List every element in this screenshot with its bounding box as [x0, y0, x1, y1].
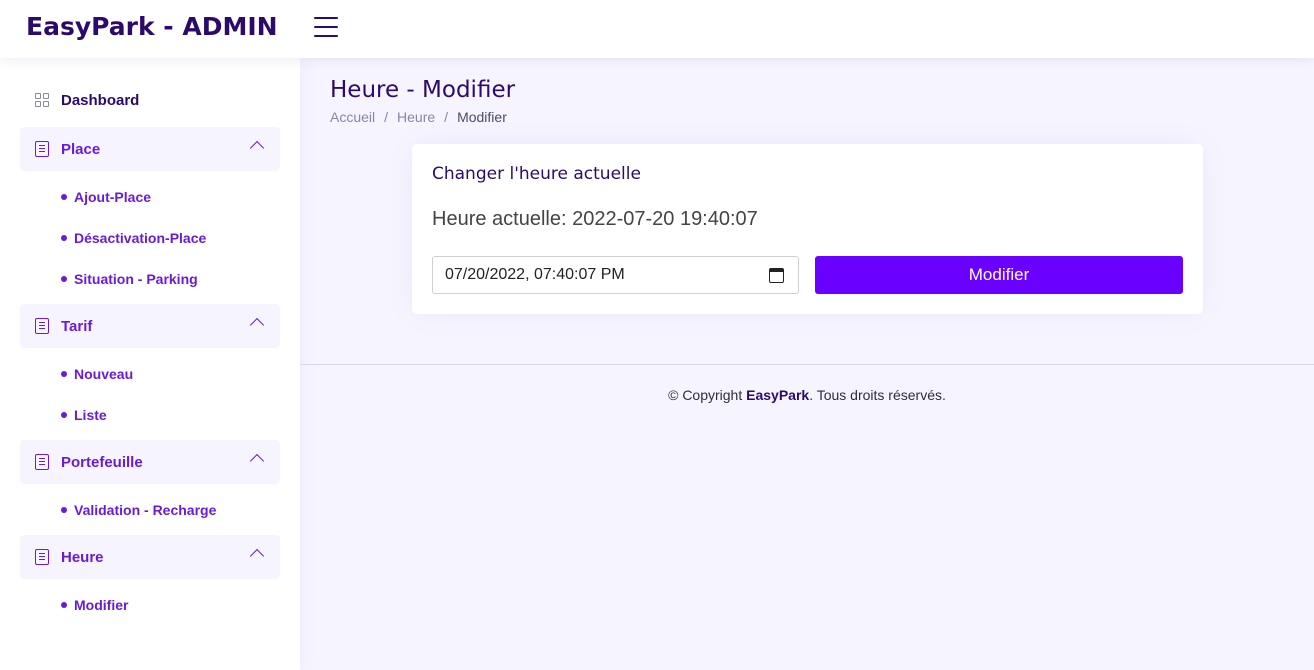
sidebar-group-label: Place	[61, 140, 101, 158]
document-list-icon	[35, 141, 49, 157]
sidebar-group-place[interactable]: Place	[20, 127, 280, 171]
sidebar-group-tarif[interactable]: Tarif	[20, 304, 280, 348]
bullet-icon	[61, 276, 67, 282]
sidebar-item-modifier[interactable]: Modifier	[61, 595, 128, 615]
sidebar-item-label: Ajout-Place	[74, 189, 152, 205]
sidebar-item-label: Modifier	[74, 597, 129, 613]
sidebar-item-liste[interactable]: Liste	[61, 405, 107, 425]
sidebar: Dashboard Place Ajout-Place Désactivatio…	[0, 58, 300, 670]
footer: © Copyright EasyPark. Tous droits réserv…	[300, 387, 1314, 403]
change-time-card: Changer l'heure actuelle Heure actuelle:…	[412, 144, 1203, 314]
sidebar-item-label: Désactivation-Place	[74, 230, 207, 246]
datetime-input[interactable]: 07/20/2022, 07:40:07 PM	[432, 256, 799, 294]
calendar-icon[interactable]	[769, 268, 784, 283]
bullet-icon	[61, 412, 67, 418]
sidebar-item-label: Nouveau	[74, 366, 134, 382]
bullet-icon	[61, 507, 67, 513]
card-title: Changer l'heure actuelle	[432, 164, 641, 184]
footer-copyright-prefix: © Copyright	[668, 387, 747, 403]
bullet-icon	[61, 602, 67, 608]
top-header: EasyPark - ADMIN	[0, 0, 1314, 58]
sidebar-item-nouveau[interactable]: Nouveau	[61, 364, 133, 384]
sidebar-item-dashboard[interactable]: Dashboard	[20, 85, 280, 115]
sidebar-item-validation-recharge[interactable]: Validation - Recharge	[61, 500, 216, 520]
chevron-up-icon	[249, 317, 265, 333]
sidebar-item-label: Liste	[74, 407, 107, 423]
sidebar-item-desactivation-place[interactable]: Désactivation-Place	[61, 228, 206, 248]
sidebar-group-heure[interactable]: Heure	[20, 535, 280, 579]
chevron-up-icon	[249, 548, 265, 564]
sidebar-item-ajout-place[interactable]: Ajout-Place	[61, 187, 151, 207]
modifier-button[interactable]: Modifier	[815, 256, 1183, 294]
breadcrumb-separator: /	[444, 109, 449, 125]
document-list-icon	[35, 454, 49, 470]
grid-icon	[35, 93, 49, 107]
footer-copyright-suffix: . Tous droits réservés.	[809, 387, 946, 403]
datetime-input-value: 07/20/2022, 07:40:07 PM	[445, 266, 625, 283]
breadcrumb-heure[interactable]: Heure	[397, 109, 435, 125]
sidebar-group-label: Tarif	[61, 317, 93, 335]
sidebar-group-label: Portefeuille	[61, 453, 143, 471]
bullet-icon	[61, 371, 67, 377]
footer-divider	[300, 364, 1314, 365]
sidebar-item-label: Dashboard	[61, 91, 140, 109]
breadcrumb-current: Modifier	[457, 109, 507, 125]
breadcrumb-accueil[interactable]: Accueil	[330, 109, 375, 125]
document-list-icon	[35, 318, 49, 334]
sidebar-group-label: Heure	[61, 548, 104, 566]
current-time-display: Heure actuelle: 2022-07-20 19:40:07	[432, 208, 758, 230]
hamburger-menu-icon[interactable]	[314, 17, 338, 39]
bullet-icon	[61, 194, 67, 200]
sidebar-group-portefeuille[interactable]: Portefeuille	[20, 440, 280, 484]
chevron-up-icon	[249, 140, 265, 156]
chevron-up-icon	[249, 453, 265, 469]
document-list-icon	[35, 549, 49, 565]
breadcrumb-separator: /	[384, 109, 389, 125]
footer-brand: EasyPark	[746, 387, 810, 403]
app-logo[interactable]: EasyPark - ADMIN	[26, 12, 278, 41]
bullet-icon	[61, 235, 67, 241]
breadcrumb: Accueil / Heure / Modifier	[330, 109, 507, 125]
sidebar-item-situation-parking[interactable]: Situation - Parking	[61, 269, 198, 289]
sidebar-item-label: Situation - Parking	[74, 271, 198, 287]
sidebar-item-label: Validation - Recharge	[74, 502, 217, 518]
page-title: Heure - Modifier	[330, 77, 516, 103]
